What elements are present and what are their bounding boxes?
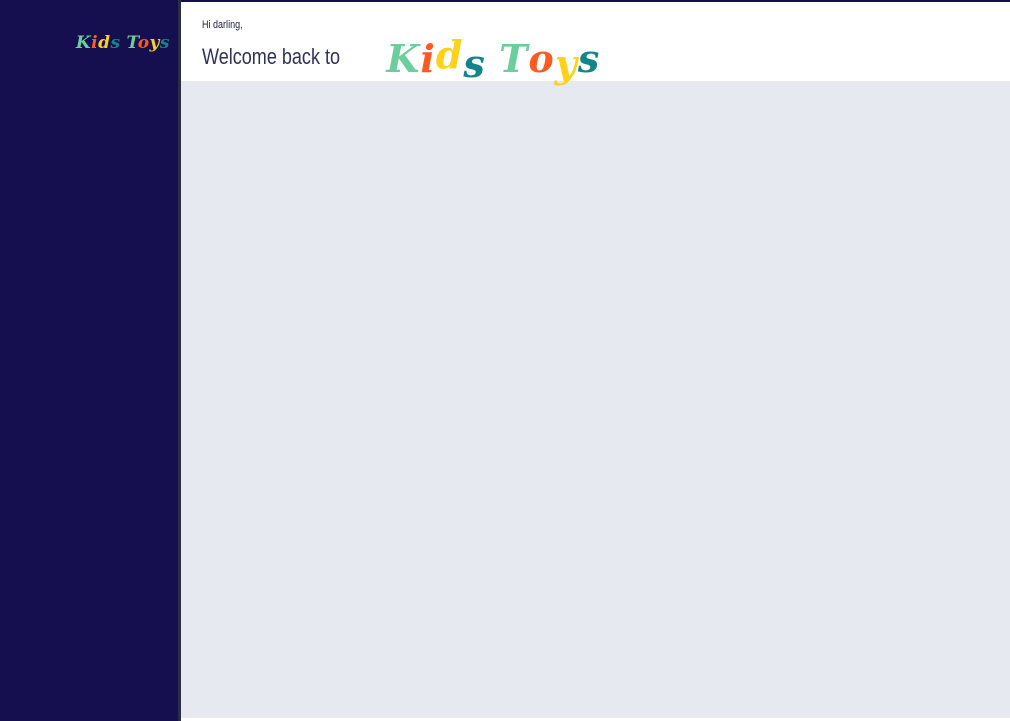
welcome-row: Welcome back to Kids Toys [202, 36, 601, 83]
brand-letter: d [435, 32, 464, 77]
sidebar-logo-letter: y [149, 33, 160, 53]
sidebar-logo-letter: o [137, 33, 150, 53]
sidebar-logo-letter: s [110, 33, 121, 53]
welcome-text: Welcome back to [202, 44, 341, 69]
page-header: Hi darling, Welcome back to Kids Toys [181, 2, 1010, 83]
brand-letter: o [528, 36, 555, 81]
greeting-text: Hi darling, [202, 19, 243, 31]
sidebar-logo-letter: T [126, 33, 138, 53]
sidebar-logo-letter: K [75, 33, 92, 53]
sidebar-logo[interactable]: Kids Toys [76, 33, 170, 53]
sidebar: Kids Toys [0, 0, 178, 721]
sidebar-logo-letter: d [98, 33, 111, 53]
brand-letter: s [463, 41, 486, 86]
brand-letter: K [386, 36, 421, 81]
brand-logo: Kids Toys [386, 36, 601, 83]
brand-letter: s [577, 36, 601, 81]
brand-letter: y [554, 41, 578, 86]
sidebar-logo-letter: s [159, 33, 170, 53]
brand-letter: T [499, 36, 529, 81]
app-root: Kids Toys Hi darling, Welcome back to Kid… [0, 0, 1010, 721]
main-content: Hi darling, Welcome back to Kids Toys [181, 2, 1010, 718]
brand-letter: i [420, 36, 436, 81]
